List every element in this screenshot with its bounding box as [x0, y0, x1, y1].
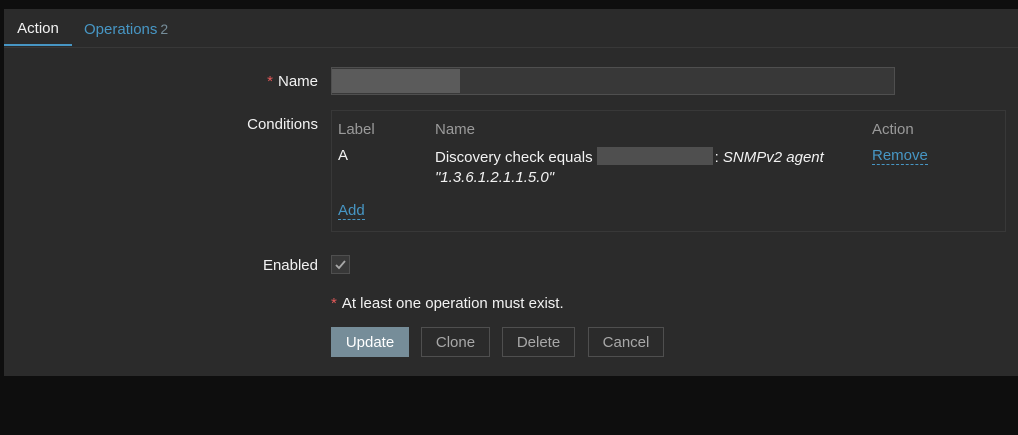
add-condition-link[interactable]: Add	[338, 202, 365, 220]
warning-marker: *	[331, 295, 337, 312]
column-header-label: Label	[338, 121, 375, 138]
conditions-label: Conditions	[247, 116, 318, 133]
redacted-check-value	[596, 147, 713, 165]
tab-operations-label: Operations	[84, 21, 158, 38]
checkmark-icon	[335, 260, 346, 270]
name-input[interactable]	[331, 67, 895, 95]
tab-action-label: Action	[17, 20, 59, 37]
tab-operations[interactable]: Operations 2	[84, 9, 168, 46]
condition-prefix: Discovery check equals	[435, 149, 593, 166]
tab-bar: Action Operations 2	[4, 9, 1018, 48]
condition-row-name: Discovery check equals: SNMPv2 agent "1.…	[435, 147, 855, 188]
redacted-name-value	[332, 69, 460, 93]
condition-separator: :	[714, 149, 719, 166]
remove-condition-link[interactable]: Remove	[872, 147, 928, 165]
update-button[interactable]: Update	[331, 327, 409, 357]
required-marker: *	[267, 73, 273, 90]
page-background	[0, 376, 1018, 435]
name-label: Name	[277, 73, 318, 90]
enabled-checkbox[interactable]	[331, 255, 350, 274]
condition-row-label: A	[338, 147, 349, 164]
clone-button[interactable]: Clone	[421, 327, 490, 357]
enabled-label: Enabled	[262, 257, 318, 274]
action-form-panel: Action Operations 2 * Name Conditions Labe…	[4, 9, 1018, 376]
condition-check-key: "1.3.6.1.2.1.1.5.0"	[435, 169, 555, 186]
conditions-table: Label Name Action A Discovery check equa…	[331, 110, 1006, 232]
tab-operations-count: 2	[160, 21, 169, 37]
condition-check-type: SNMPv2 agent	[722, 149, 824, 166]
cancel-button[interactable]: Cancel	[588, 327, 664, 357]
warning-text: At least one operation must exist.	[341, 295, 564, 312]
tab-action[interactable]: Action	[4, 9, 72, 46]
top-strip	[0, 0, 1018, 9]
name-label-row: * Name	[4, 73, 318, 90]
column-header-name: Name	[435, 121, 476, 138]
column-header-action: Action	[872, 121, 914, 138]
delete-button[interactable]: Delete	[502, 327, 575, 357]
operations-warning: * At least one operation must exist.	[331, 295, 564, 312]
